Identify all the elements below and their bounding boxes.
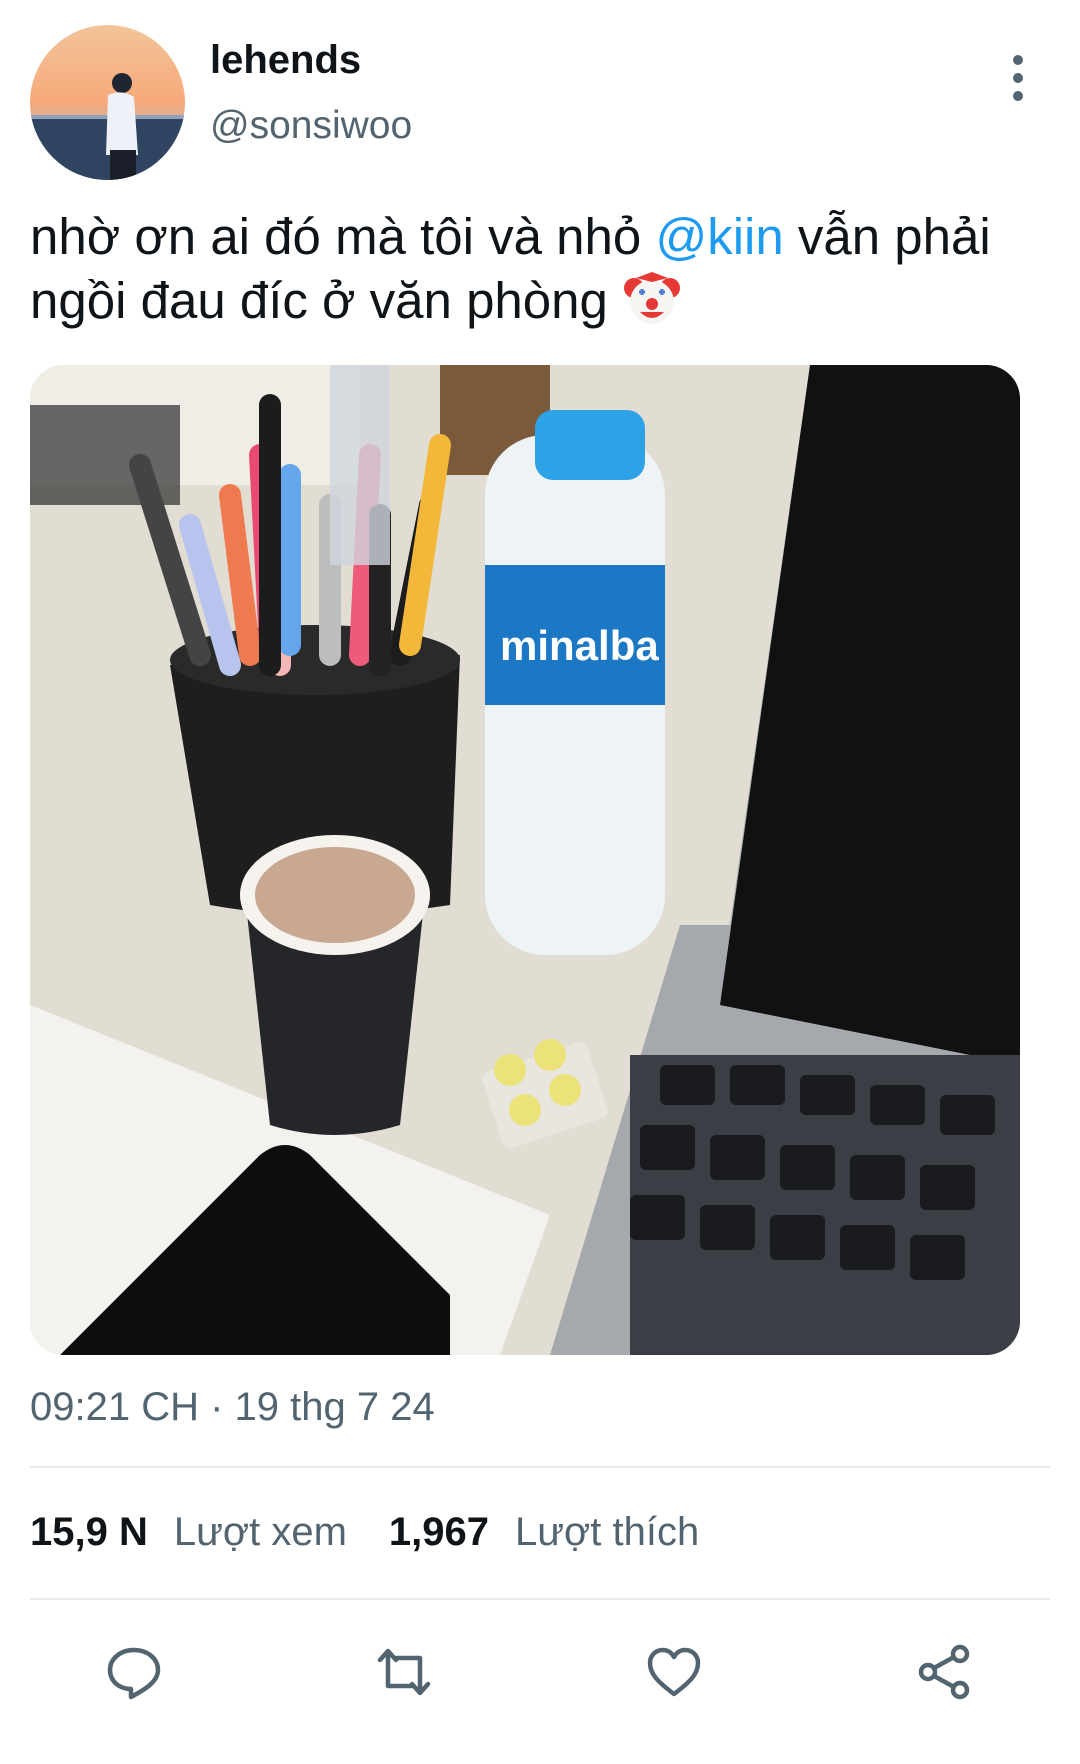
- views-count: 15,9 N: [30, 1510, 148, 1554]
- clown-face-icon: [622, 270, 682, 330]
- views-label[interactable]: Lượt xem: [174, 1510, 347, 1555]
- avatar-photo: [30, 25, 185, 180]
- more-dot-icon: [1013, 73, 1023, 83]
- tweet-stats: 15,9 N Lượt xem 1,967 Lượt thích: [30, 1510, 741, 1555]
- share-button[interactable]: [904, 1632, 984, 1712]
- share-icon: [918, 1644, 970, 1700]
- likes-count: 1,967: [388, 1510, 490, 1554]
- reply-button[interactable]: [94, 1632, 174, 1712]
- author-display-name[interactable]: lehends: [210, 38, 361, 83]
- bottle-label: minalba: [500, 622, 659, 669]
- heart-icon: [647, 1647, 701, 1697]
- more-dot-icon: [1013, 91, 1023, 101]
- like-button[interactable]: [634, 1632, 714, 1712]
- avatar[interactable]: [30, 25, 185, 180]
- author-handle[interactable]: @sonsiwoo: [210, 104, 412, 148]
- mention-link[interactable]: @kiin: [655, 208, 783, 265]
- more-dot-icon: [1013, 55, 1023, 65]
- tweet-text-part: nhờ ơn ai đó mà tôi và nhỏ: [30, 208, 656, 265]
- more-options-button[interactable]: [990, 50, 1046, 106]
- tweet-timestamp[interactable]: 09:21 CH · 19 thg 7 24: [30, 1385, 435, 1430]
- tweet-text: nhờ ơn ai đó mà tôi và nhỏ @kiin vẫn phả…: [30, 205, 1050, 333]
- tweet-photo[interactable]: minalba: [30, 365, 1020, 1355]
- retweet-button[interactable]: [364, 1632, 444, 1712]
- divider: [30, 1598, 1050, 1600]
- retweet-icon: [377, 1648, 431, 1696]
- tweet-detail: lehends @sonsiwoo nhờ ơn ai đó mà tôi và…: [0, 0, 1080, 1764]
- divider: [30, 1466, 1050, 1468]
- action-bar: [0, 1632, 1080, 1712]
- reply-icon: [107, 1647, 161, 1700]
- likes-label[interactable]: Lượt thích: [515, 1510, 699, 1555]
